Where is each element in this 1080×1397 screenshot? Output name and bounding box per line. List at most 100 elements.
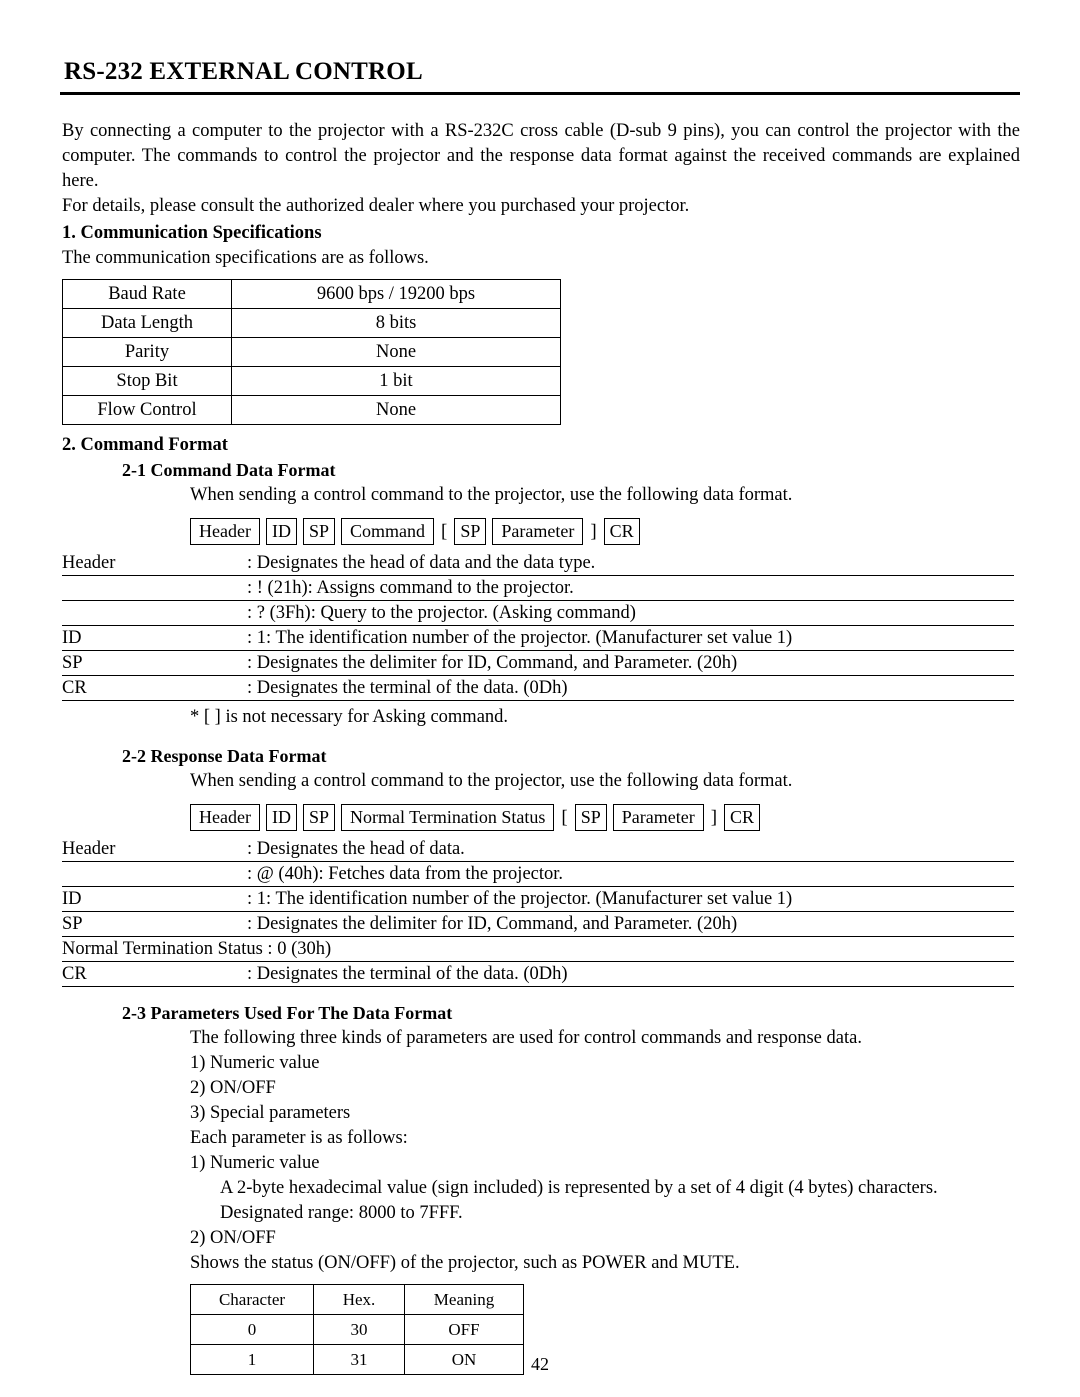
definition-desc: : Designates the head of data.: [247, 839, 465, 859]
cell-meaning: OFF: [404, 1314, 524, 1345]
definition-term: [62, 576, 247, 600]
response-format-definitions: Header : Designates the head of data. : …: [62, 837, 1014, 987]
section-1-title: 1. Communication Specifications: [62, 223, 322, 243]
column-header-meaning: Meaning: [404, 1284, 524, 1315]
param-item-1-title: 1) Numeric value: [190, 1153, 320, 1173]
definition-desc: : Designates the terminal of the data. (…: [247, 964, 568, 984]
definition-row: Normal Termination Status : 0 (30h): [62, 937, 1014, 962]
table-row: Baud Rate 9600 bps / 19200 bps: [62, 279, 561, 309]
format-box-normal-termination-status: Normal Termination Status: [341, 804, 555, 831]
format-bracket-close: ]: [590, 520, 597, 542]
format-box-id: ID: [265, 518, 297, 545]
format-box-sp: SP: [302, 518, 335, 545]
spec-label: Baud Rate: [62, 279, 232, 309]
section-2-1-title: 2-1 Command Data Format: [122, 460, 336, 480]
response-data-format-boxes: Header ID SP Normal Termination Status […: [190, 804, 1020, 831]
table-row: Stop Bit 1 bit: [62, 366, 561, 396]
document-page: RS-232 EXTERNAL CONTROL By connecting a …: [0, 0, 1080, 1397]
definition-term: Normal Termination Status : 0 (30h): [62, 939, 332, 959]
column-header-hex: Hex.: [313, 1284, 405, 1315]
definition-desc: : ! (21h): Assigns command to the projec…: [247, 578, 574, 598]
definition-term: ID: [62, 628, 82, 648]
definition-desc: : 1: The identification number of the pr…: [247, 889, 793, 909]
format-box-header: Header: [190, 804, 260, 831]
page-number: 42: [531, 1354, 549, 1374]
definition-row: CR : Designates the terminal of the data…: [62, 962, 1014, 987]
intro-paragraph-1: By connecting a computer to the projecto…: [62, 121, 1020, 191]
spec-value: 1 bit: [231, 366, 561, 396]
format-bracket-open: [: [561, 806, 568, 828]
format-box-cr: CR: [603, 518, 640, 545]
communication-spec-table: Baud Rate 9600 bps / 19200 bps Data Leng…: [62, 279, 561, 425]
definition-row: ID : 1: The identification number of the…: [62, 626, 1014, 651]
definition-term: [62, 601, 247, 625]
section-2-title: 2. Command Format: [62, 435, 228, 455]
table-row: Flow Control None: [62, 395, 561, 425]
definition-row: ID : 1: The identification number of the…: [62, 887, 1014, 912]
definition-term: Header: [62, 839, 116, 859]
column-header-character: Character: [190, 1284, 314, 1315]
definition-row: SP : Designates the delimiter for ID, Co…: [62, 912, 1014, 937]
each-parameter-lead: Each parameter is as follows:: [190, 1128, 408, 1148]
param-item-2-title: 2) ON/OFF: [190, 1228, 276, 1248]
definition-row: : ? (3Fh): Query to the projector. (Aski…: [62, 601, 1014, 626]
format-box-id: ID: [265, 804, 297, 831]
table-header-row: Character Hex. Meaning: [190, 1284, 524, 1315]
section-1-lead: The communication specifications are as …: [62, 248, 429, 268]
format-box-sp-optional: SP: [454, 518, 487, 545]
spec-value: 9600 bps / 19200 bps: [231, 279, 561, 309]
definition-desc: : Designates the head of data and the da…: [247, 553, 596, 573]
intro-paragraph-2: For details, please consult the authoriz…: [62, 196, 690, 216]
title-divider: [60, 92, 1020, 95]
definition-row: CR : Designates the terminal of the data…: [62, 676, 1014, 701]
definition-desc: : ? (3Fh): Query to the projector. (Aski…: [247, 603, 636, 623]
table-row: 0 30 OFF: [190, 1314, 524, 1345]
definition-row: Header : Designates the head of data.: [62, 837, 1014, 862]
definition-desc: : @ (40h): Fetches data from the project…: [247, 864, 564, 884]
format-box-parameter: Parameter: [492, 518, 584, 545]
definition-row: SP : Designates the delimiter for ID, Co…: [62, 651, 1014, 676]
format-box-sp: SP: [302, 804, 335, 831]
definition-desc: : Designates the delimiter for ID, Comma…: [247, 914, 738, 934]
format-bracket-close: ]: [710, 806, 718, 828]
definition-term: [62, 862, 247, 886]
spec-value: 8 bits: [231, 308, 561, 338]
definition-term: SP: [62, 914, 83, 934]
param-kind-3: 3) Special parameters: [190, 1103, 351, 1123]
spec-label: Data Length: [62, 308, 232, 338]
page-title: RS-232 EXTERNAL CONTROL: [64, 58, 423, 85]
format-box-command: Command: [341, 518, 434, 545]
definition-row: Header : Designates the head of data and…: [62, 551, 1014, 576]
command-data-format-boxes: Header ID SP Command [ SP Parameter ] CR: [190, 518, 1020, 545]
spec-label: Flow Control: [62, 395, 232, 425]
section-2-3-lead: The following three kinds of parameters …: [190, 1028, 862, 1048]
cell-character: 0: [190, 1314, 314, 1345]
section-2-1-lead: When sending a control command to the pr…: [190, 485, 793, 505]
format-bracket-open: [: [441, 520, 448, 542]
spec-label: Stop Bit: [62, 366, 232, 396]
definition-desc: : Designates the terminal of the data. (…: [247, 678, 568, 698]
section-2-2-title: 2-2 Response Data Format: [122, 746, 327, 766]
definition-term: SP: [62, 653, 83, 673]
spec-value: None: [231, 337, 561, 367]
definition-desc: : 1: The identification number of the pr…: [247, 628, 793, 648]
table-row: Data Length 8 bits: [62, 308, 561, 338]
cell-hex: 30: [313, 1314, 405, 1345]
format-box-cr: CR: [724, 804, 761, 831]
definition-term: CR: [62, 678, 87, 698]
spec-value: None: [231, 395, 561, 425]
table-row: Parity None: [62, 337, 561, 367]
command-format-definitions: Header : Designates the head of data and…: [62, 551, 1014, 701]
param-kind-1: 1) Numeric value: [190, 1053, 320, 1073]
definition-desc: : Designates the delimiter for ID, Comma…: [247, 653, 738, 673]
param-item-2-body: Shows the status (ON/OFF) of the project…: [190, 1253, 740, 1273]
param-item-1-body: A 2-byte hexadecimal value (sign include…: [220, 1178, 938, 1198]
definition-term: Header: [62, 553, 116, 573]
format-box-header: Header: [190, 518, 260, 545]
definition-term: CR: [62, 964, 87, 984]
param-item-1-range: Designated range: 8000 to 7FFF.: [220, 1203, 463, 1223]
spec-label: Parity: [62, 337, 232, 367]
section-2-2-lead: When sending a control command to the pr…: [190, 771, 793, 791]
format-box-sp-optional: SP: [574, 804, 607, 831]
section-2-3-title: 2-3 Parameters Used For The Data Format: [122, 1003, 453, 1023]
